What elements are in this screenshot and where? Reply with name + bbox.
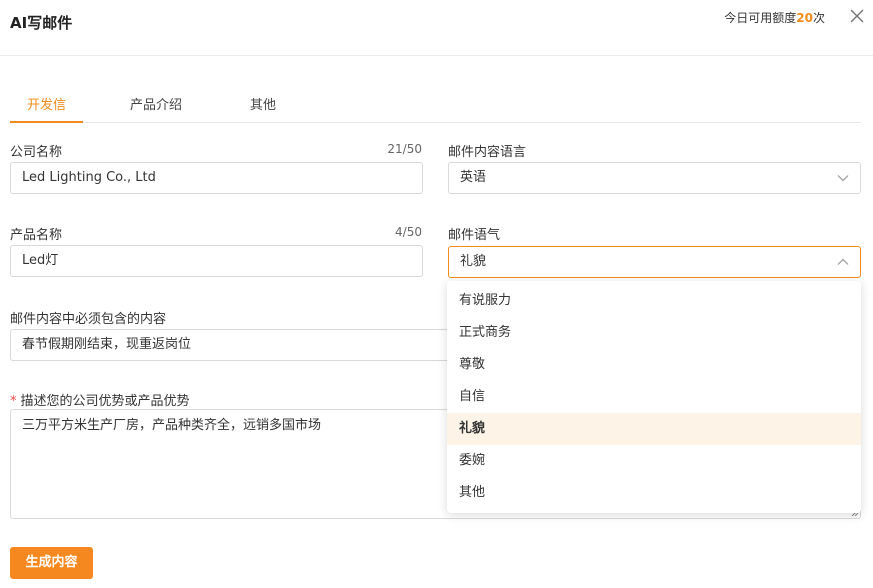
dialog-header: AI写邮件 今日可用额度20次 (0, 0, 873, 56)
tone-option-confident[interactable]: 自信 (447, 381, 861, 413)
tone-option-formal[interactable]: 正式商务 (447, 317, 861, 349)
must-include-label: 邮件内容中必须包含的内容 (10, 312, 167, 327)
quota-prefix: 今日可用额度 (724, 11, 797, 25)
tone-option-persuasive[interactable]: 有说服力 (447, 285, 861, 317)
chevron-down-icon (837, 175, 849, 182)
tab-other[interactable]: 其他 (250, 88, 290, 123)
product-name-label: 产品名称 (10, 228, 63, 243)
email-tone-value: 礼貌 (460, 254, 487, 269)
tab-product-intro[interactable]: 产品介绍 (130, 88, 190, 123)
quota-suffix: 次 (812, 11, 825, 25)
quota-text: 今日可用额度20次 (724, 9, 825, 26)
dialog-title: AI写邮件 (10, 14, 73, 32)
advantages-label-text: 描述您的公司优势或产品优势 (20, 394, 190, 409)
advantages-value: 三万平方米生产厂房，产品种类齐全，远销多国市场 (22, 418, 322, 433)
tone-option-polite[interactable]: 礼貌 (447, 413, 861, 445)
email-tone-select[interactable]: 礼貌 (448, 246, 861, 278)
company-name-input[interactable]: Led Lighting Co., Ltd (10, 162, 423, 194)
product-name-counter: 4/50 (395, 225, 422, 239)
company-name-label: 公司名称 (10, 145, 63, 160)
email-tone-label: 邮件语气 (448, 228, 501, 243)
tone-option-other[interactable]: 其他 (447, 477, 861, 509)
tab-bar: 开发信 产品介绍 其他 (10, 88, 861, 123)
tone-dropdown-menu: 有说服力 正式商务 尊敬 自信 礼貌 委婉 其他 (447, 281, 861, 513)
product-name-input[interactable]: Led灯 (10, 245, 423, 277)
tone-option-respectful[interactable]: 尊敬 (447, 349, 861, 381)
generate-button[interactable]: 生成内容 (10, 547, 93, 579)
company-name-counter: 21/50 (387, 142, 422, 156)
close-icon[interactable] (848, 7, 866, 25)
tab-cold-email[interactable]: 开发信 (10, 88, 83, 123)
email-language-label: 邮件内容语言 (448, 145, 527, 160)
required-mark: * (10, 394, 17, 409)
quota-count: 20 (796, 11, 813, 25)
advantages-label: * 描述您的公司优势或产品优势 (10, 390, 190, 409)
tone-option-tactful[interactable]: 委婉 (447, 445, 861, 477)
chevron-up-icon (837, 258, 849, 265)
email-language-select[interactable]: 英语 (448, 162, 861, 194)
email-language-value: 英语 (460, 170, 487, 185)
